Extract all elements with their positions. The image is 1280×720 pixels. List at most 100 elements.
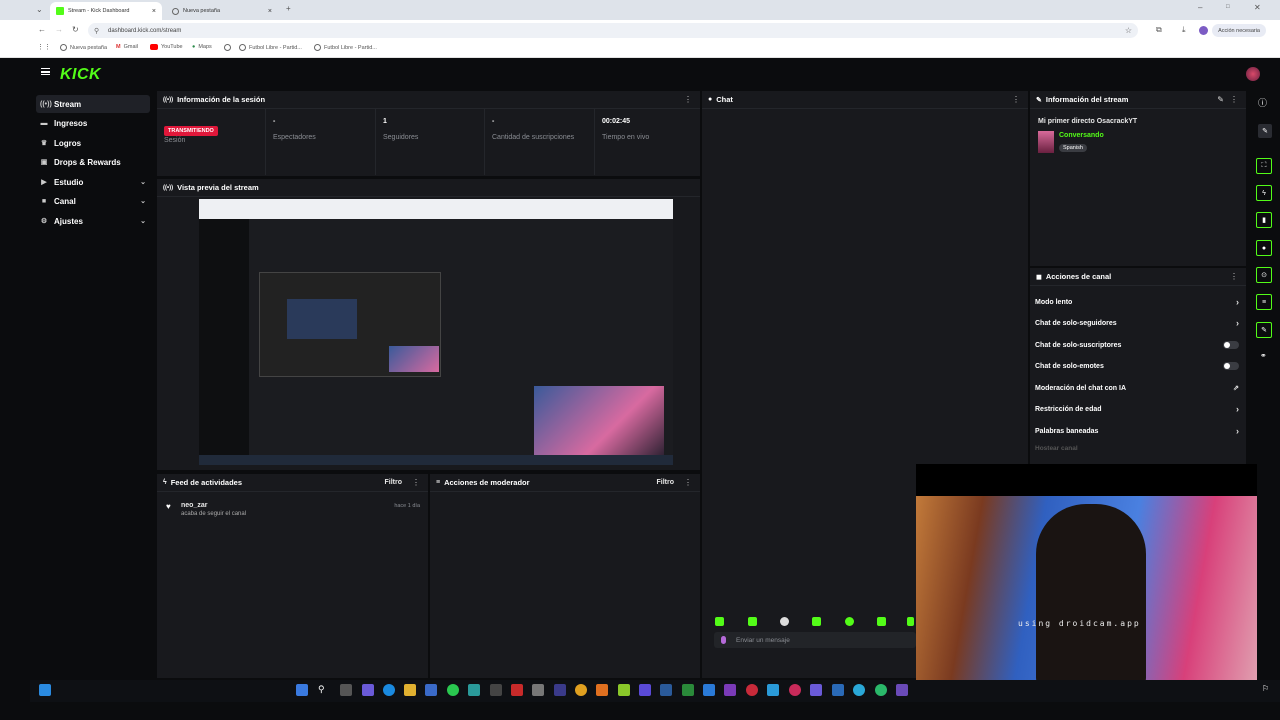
app-icon[interactable] [896,684,908,696]
reload-icon[interactable]: ↻ [72,25,79,34]
microphone-icon[interactable] [721,636,726,644]
category-thumbnail[interactable] [1038,131,1054,153]
url-input[interactable]: ⚲ dashboard.kick.com/stream ☆ [88,23,1138,38]
feed-user[interactable]: neo_zar [181,502,207,509]
extensions-icon[interactable]: ⧉ [1156,25,1162,35]
sidebar-item-drops[interactable]: ▣ Drops & Rewards [36,153,150,171]
emote-icon[interactable] [715,617,724,626]
new-tab-icon[interactable]: + [286,4,291,13]
app-icon[interactable] [724,684,736,696]
edge-icon[interactable] [383,684,395,696]
bookmark-item[interactable]: Futbol Libre - Partid... [239,44,302,51]
action-row-banned-words[interactable]: Palabras baneadas › [1035,421,1245,441]
downloads-icon[interactable]: ⤓ [1182,25,1186,35]
share-icon[interactable]: ⚭ [1260,351,1267,360]
app-icon[interactable] [789,684,801,696]
notification-icon[interactable]: ⚐ [1262,684,1269,693]
emote-icon[interactable] [877,617,886,626]
app-icon[interactable] [490,684,502,696]
discord-icon[interactable] [810,684,822,696]
kebab-menu-icon[interactable]: ⋮ [1230,272,1238,281]
action-row-emotes-only[interactable]: Chat de solo-emotes [1035,356,1245,376]
back-icon[interactable]: ← [38,25,46,34]
action-row-ai-moderation[interactable]: Moderación del chat con IA ⇗ [1035,378,1245,398]
wrench-tool-icon[interactable]: ✎ [1256,322,1272,338]
action-row-slow-mode[interactable]: Modo lento › [1035,292,1245,312]
edit-pencil-icon[interactable]: ✎ [1217,95,1224,104]
chat-tool-icon[interactable]: ● [1256,240,1272,256]
tab-list-icon[interactable]: ⌄ [36,5,43,14]
minimize-icon[interactable]: – [1198,3,1202,12]
windows-start-icon[interactable] [39,684,51,696]
emote-icon[interactable] [780,617,789,626]
broadcast-tool-icon[interactable]: ⊙ [1256,267,1272,283]
host-channel-row[interactable]: Hostear canal [1035,445,1078,452]
settings-icon[interactable] [532,684,544,696]
stream-preview-video[interactable] [199,199,673,465]
emote-icon[interactable] [812,617,821,626]
kebab-menu-icon[interactable]: ⋮ [1012,95,1020,104]
tab-stream[interactable]: Stream - Kick Dashboard × [50,2,162,20]
sidebar-item-estudio[interactable]: ▶ Estudio ⌄ [36,173,150,191]
stream-category[interactable]: Conversando [1059,132,1104,139]
vscode-icon[interactable] [703,684,715,696]
kebab-menu-icon[interactable]: ⋮ [684,478,692,487]
bookmark-star-icon[interactable]: ☆ [1125,26,1132,35]
profile-avatar[interactable] [1199,26,1208,35]
action-required-button[interactable]: Acción necesaria [1212,24,1266,37]
emote-icon[interactable] [907,617,914,626]
apps-grid-icon[interactable]: ⋮⋮ [37,43,51,51]
edit-tool-icon[interactable]: ✎ [1258,124,1272,138]
emote-icon[interactable] [845,617,854,626]
menu-icon[interactable] [41,68,50,75]
sidebar-item-stream[interactable]: ((•)) Stream [36,95,150,113]
action-row-followers-only[interactable]: Chat de solo-seguidores › [1035,313,1245,333]
emotes-only-toggle[interactable] [1223,362,1239,370]
kebab-menu-icon[interactable]: ⋮ [684,95,692,104]
kebab-menu-icon[interactable]: ⋮ [412,478,420,487]
chat-message-input[interactable]: Enviar un mensaje [714,632,916,648]
maximize-icon[interactable]: □ [1226,4,1230,10]
sidebar-item-logros[interactable]: ♛ Logros [36,134,150,152]
app-icon[interactable] [468,684,480,696]
emote-icon[interactable] [748,617,757,626]
task-view-icon[interactable] [340,684,352,696]
bookmark-item[interactable] [224,44,231,51]
sidebar-item-ingresos[interactable]: ▬ Ingresos [36,114,150,132]
sidebar-item-ajustes[interactable]: ⚙ Ajustes ⌄ [36,212,150,230]
sidebar-item-canal[interactable]: ■ Canal ⌄ [36,192,150,210]
store-icon[interactable] [425,684,437,696]
bolt-tool-icon[interactable]: ϟ [1256,185,1272,201]
close-icon[interactable]: × [152,8,156,15]
kebab-menu-icon[interactable]: ⋮ [1230,95,1238,104]
user-avatar[interactable] [1246,67,1260,81]
subscribers-only-toggle[interactable] [1223,341,1239,349]
app-icon[interactable] [639,684,651,696]
teams-icon[interactable] [362,684,374,696]
bookmark-item[interactable]: Nueva pestaña [60,44,107,51]
bookmark-item[interactable]: Futbol Libre - Partid... [314,44,377,51]
app-icon[interactable] [767,684,779,696]
bookmark-item[interactable]: YouTube [150,44,183,50]
search-icon[interactable]: ⚲ [318,684,330,696]
app-icon[interactable] [875,684,887,696]
whatsapp-icon[interactable] [447,684,459,696]
list-tool-icon[interactable]: ≡ [1256,294,1272,310]
forward-icon[interactable]: → [55,25,63,34]
app-icon[interactable] [511,684,523,696]
tab-new[interactable]: Nueva pestaña × [166,2,278,20]
app-icon[interactable] [853,684,865,696]
close-icon[interactable]: × [268,8,272,15]
filter-button[interactable]: Filtro [657,479,675,486]
app-icon[interactable] [660,684,672,696]
action-row-subscribers-only[interactable]: Chat de solo-suscriptores [1035,335,1245,355]
filter-button[interactable]: Filtro [385,479,403,486]
window-close-icon[interactable]: ✕ [1254,3,1261,12]
record-icon[interactable] [746,684,758,696]
vlc-icon[interactable] [596,684,608,696]
bookmark-item[interactable]: M Gmail [116,44,138,50]
chrome-icon[interactable] [575,684,587,696]
site-info-icon[interactable]: ⚲ [94,27,99,35]
start-menu-icon[interactable] [296,684,308,696]
app-icon[interactable] [618,684,630,696]
